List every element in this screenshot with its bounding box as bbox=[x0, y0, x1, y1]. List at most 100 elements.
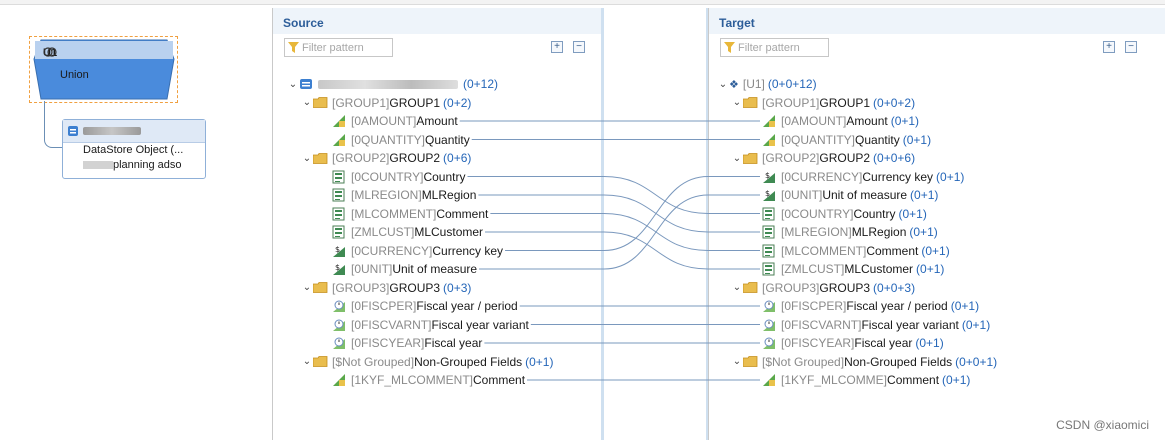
expand-all-button[interactable]: + bbox=[1103, 41, 1115, 53]
field-row[interactable]: [ZMLCUST] MLCustomer bbox=[332, 223, 483, 241]
group-row[interactable]: ⌄ [GROUP3] GROUP3 (0+3) bbox=[301, 279, 472, 297]
unit-icon: $ bbox=[763, 171, 775, 183]
mapping-area bbox=[604, 8, 708, 440]
group-name: GROUP2 bbox=[819, 151, 871, 165]
collapse-all-button[interactable]: − bbox=[573, 41, 585, 53]
field-tech-name: [0FISCPER] bbox=[781, 299, 847, 313]
field-row[interactable]: [0FISCYEAR] Fiscal year bbox=[332, 334, 482, 352]
measure-icon bbox=[763, 374, 775, 386]
field-count: (0+1) bbox=[898, 206, 927, 221]
field-row[interactable]: [1KYF_MLCOMMENT] Comment bbox=[332, 371, 525, 389]
source-header: Source bbox=[273, 8, 605, 34]
measure-icon bbox=[333, 115, 345, 127]
field-row[interactable]: [0FISCVARNT] Fiscal year variant bbox=[332, 316, 529, 334]
group-row[interactable]: ⌄ [GROUP2] GROUP2 (0+0+6) bbox=[731, 149, 915, 167]
field-name: Currency key bbox=[862, 169, 934, 184]
filter-icon bbox=[288, 42, 299, 53]
field-row[interactable]: $ [0CURRENCY] Currency key bbox=[332, 242, 503, 260]
field-row[interactable]: [0QUANTITY] Quantity (0+1) bbox=[762, 131, 931, 149]
field-tech-name: [MLCOMMENT] bbox=[351, 206, 437, 221]
chevron-down-icon[interactable]: ⌄ bbox=[301, 153, 313, 164]
field-row[interactable]: [0FISCVARNT] Fiscal year variant (0+1) bbox=[762, 316, 990, 334]
field-tech-name: [MLREGION] bbox=[351, 188, 422, 202]
chevron-down-icon[interactable]: ⌄ bbox=[731, 282, 743, 293]
characteristic-icon bbox=[332, 225, 345, 239]
chevron-down-icon[interactable]: ⌄ bbox=[301, 282, 313, 293]
field-name: Fiscal year bbox=[854, 336, 913, 350]
field-row[interactable]: [0FISCPER] Fiscal year / period bbox=[332, 297, 518, 315]
field-tech-name: [0FISCYEAR] bbox=[781, 336, 855, 350]
group-count: (0+0+1) bbox=[955, 354, 998, 369]
chevron-down-icon[interactable]: ⌄ bbox=[301, 356, 313, 367]
time-icon bbox=[763, 319, 775, 331]
field-row[interactable]: $ [0UNIT] Unit of measure bbox=[332, 260, 477, 278]
group-row[interactable]: ⌄ [GROUP1] GROUP1 (0+0+2) bbox=[731, 94, 915, 112]
group-row[interactable]: ⌄ [GROUP3] GROUP3 (0+0+3) bbox=[731, 279, 915, 297]
characteristic-icon bbox=[762, 207, 775, 220]
field-name: Quantity bbox=[855, 132, 900, 147]
group-count: (0+1) bbox=[525, 354, 554, 369]
field-row[interactable]: [1KYF_MLCOMME] Comment (0+1) bbox=[762, 371, 970, 389]
group-count: (0+3) bbox=[443, 280, 472, 295]
field-count: (0+1) bbox=[916, 262, 945, 276]
field-tech-name: [ZMLCUST] bbox=[781, 262, 845, 276]
chevron-down-icon[interactable]: ⌄ bbox=[301, 97, 313, 108]
field-tech-name: [0FISCPER] bbox=[351, 299, 417, 313]
field-row[interactable]: [0AMOUNT] Amount bbox=[332, 112, 458, 130]
chevron-down-icon[interactable]: ⌄ bbox=[731, 356, 743, 367]
tree-root[interactable]: ⌄ (0+12) bbox=[287, 75, 498, 93]
group-name: GROUP3 bbox=[389, 280, 441, 295]
group-tech-name: [$Not Grouped] bbox=[762, 354, 845, 369]
group-count: (0+0+2) bbox=[873, 95, 916, 110]
field-row[interactable]: [0AMOUNT] Amount (0+1) bbox=[762, 112, 919, 130]
field-row[interactable]: [MLCOMMENT] Comment (0+1) bbox=[762, 242, 950, 260]
field-tech-name: [1KYF_MLCOMME] bbox=[781, 373, 888, 387]
field-name: Fiscal year / period bbox=[416, 299, 518, 313]
union-node[interactable]: U1 Union bbox=[33, 39, 175, 100]
group-row[interactable]: ⌄ [GROUP2] GROUP2 (0+6) bbox=[301, 149, 472, 167]
target-panel: Target Filter pattern + − ⌄ ❖ [U1] (0+0+12)… bbox=[708, 8, 1165, 440]
chevron-down-icon[interactable]: ⌄ bbox=[287, 79, 299, 90]
field-row[interactable]: [MLREGION] MLRegion (0+1) bbox=[762, 223, 938, 241]
redacted-root-name bbox=[318, 79, 458, 89]
datastore-desc: planning adso bbox=[63, 158, 205, 173]
field-name: Fiscal year bbox=[424, 336, 483, 350]
group-row[interactable]: ⌄ [$Not Grouped] Non-Grouped Fields (0+0+1… bbox=[731, 353, 997, 371]
datastore-node[interactable]: DataStore Object (... planning adso bbox=[62, 119, 206, 179]
field-name: Fiscal year variant bbox=[861, 317, 959, 332]
group-name: GROUP1 bbox=[819, 95, 871, 110]
field-count: (0+1) bbox=[915, 336, 944, 350]
field-count: (0+1) bbox=[910, 188, 939, 202]
group-name: Non-Grouped Fields bbox=[844, 354, 953, 369]
collapse-all-button[interactable]: − bbox=[1125, 41, 1137, 53]
source-filter-input[interactable]: Filter pattern bbox=[284, 38, 393, 57]
tree-root[interactable]: ⌄ ❖ [U1] (0+0+12) bbox=[717, 75, 817, 93]
graph-canvas[interactable]: U1 Union DataStore Object (... planning … bbox=[0, 5, 272, 440]
target-filter-input[interactable]: Filter pattern bbox=[720, 38, 829, 57]
field-row[interactable]: [MLCOMMENT] Comment bbox=[332, 205, 488, 223]
field-row[interactable]: $ [0CURRENCY] Currency key (0+1) bbox=[762, 168, 964, 186]
field-row[interactable]: $ [0UNIT] Unit of measure (0+1) bbox=[762, 186, 938, 204]
chevron-down-icon[interactable]: ⌄ bbox=[717, 79, 729, 90]
field-row[interactable]: [0FISCYEAR] Fiscal year (0+1) bbox=[762, 334, 944, 352]
field-name: Unit of measure bbox=[822, 188, 908, 202]
chevron-down-icon[interactable]: ⌄ bbox=[731, 153, 743, 164]
field-tech-name: [0FISCYEAR] bbox=[351, 336, 425, 350]
datastore-node-header bbox=[63, 120, 205, 143]
field-name: MLRegion bbox=[851, 225, 907, 239]
expand-all-button[interactable]: + bbox=[551, 41, 563, 53]
characteristic-icon bbox=[762, 262, 775, 276]
field-row[interactable]: [0QUANTITY] Quantity bbox=[332, 131, 470, 149]
field-row[interactable]: [0COUNTRY] Country (0+1) bbox=[762, 205, 927, 223]
field-row[interactable]: [0FISCPER] Fiscal year / period (0+1) bbox=[762, 297, 979, 315]
chevron-down-icon[interactable]: ⌄ bbox=[731, 97, 743, 108]
svg-text:$: $ bbox=[765, 189, 770, 198]
field-row[interactable]: [ZMLCUST] MLCustomer (0+1) bbox=[762, 260, 944, 278]
field-row[interactable]: [MLREGION] MLRegion bbox=[332, 186, 476, 204]
group-count: (0+6) bbox=[443, 151, 472, 165]
field-row[interactable]: [0COUNTRY] Country bbox=[332, 168, 466, 186]
group-row[interactable]: ⌄ [GROUP1] GROUP1 (0+2) bbox=[301, 94, 472, 112]
filter-icon bbox=[724, 42, 735, 53]
source-panel: Source Filter pattern + − ⌄ (0+12) ⌄ [GROUP… bbox=[272, 8, 605, 440]
group-row[interactable]: ⌄ [$Not Grouped] Non-Grouped Fields (0+1) bbox=[301, 353, 554, 371]
